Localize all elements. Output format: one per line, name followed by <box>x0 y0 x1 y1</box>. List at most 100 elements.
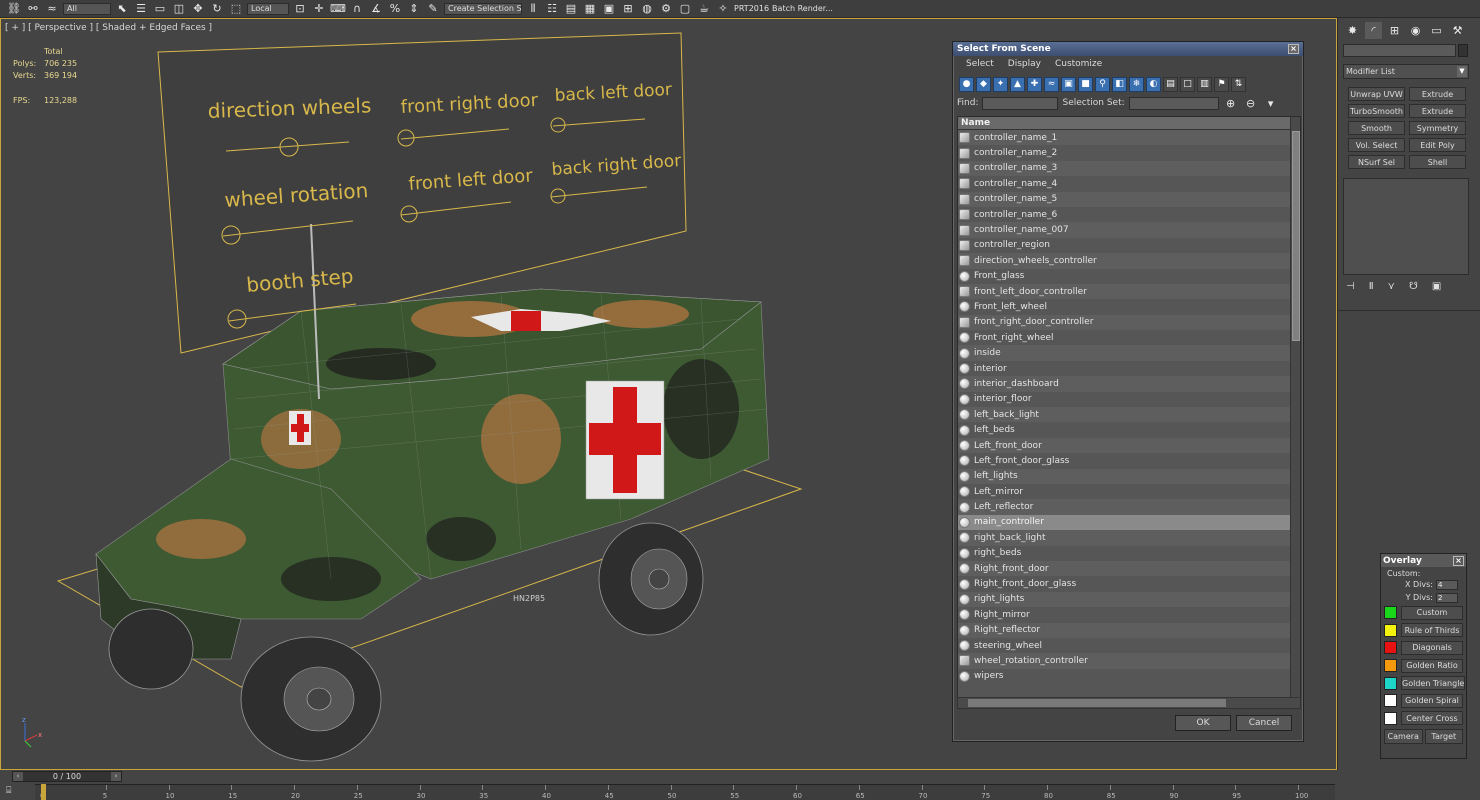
selection-set-dropdown[interactable] <box>1128 96 1219 110</box>
scene-object-row[interactable]: right_back_light <box>958 530 1292 546</box>
nsurf-sel-button[interactable]: NSurf Sel <box>1348 155 1405 169</box>
extrude-button[interactable]: Extrude <box>1409 87 1466 101</box>
guide-color-swatch[interactable] <box>1384 659 1397 673</box>
scene-object-row[interactable]: Front_right_wheel <box>958 330 1292 345</box>
guide-button[interactable]: Golden Ratio <box>1401 658 1463 673</box>
scene-object-row[interactable]: controller_name_6 <box>958 207 1292 222</box>
curve-editor-icon[interactable]: ▣ <box>601 2 617 16</box>
menu-customize[interactable]: Customize <box>1055 59 1102 69</box>
select-all-icon[interactable]: ▤ <box>1163 76 1178 92</box>
x-divs-spinner[interactable]: 4 <box>1436 579 1458 590</box>
scene-object-row[interactable]: front_left_door_controller <box>958 283 1292 300</box>
overlay-title-bar[interactable]: Overlay × <box>1381 554 1466 567</box>
list-vertical-scrollbar[interactable] <box>1290 117 1300 697</box>
display-shapes-icon[interactable]: ◆ <box>976 76 991 92</box>
schematic-view-icon[interactable]: ⊞ <box>620 2 636 16</box>
dialog-close-button[interactable]: × <box>1288 44 1299 54</box>
keyboard-shortcut-override-icon[interactable]: ⌨ <box>330 2 346 16</box>
render-setup-icon[interactable]: ⚙ <box>658 2 674 16</box>
guide-color-swatch[interactable] <box>1384 623 1397 637</box>
pivot-center-icon[interactable]: ⊡ <box>292 2 308 16</box>
sort-icon[interactable]: ⇅ <box>1231 76 1246 92</box>
display-containers-icon[interactable]: ◧ <box>1112 76 1127 92</box>
scene-object-row[interactable]: interior_floor <box>958 392 1292 407</box>
guide-button[interactable]: Custom <box>1401 605 1463 620</box>
menu-display[interactable]: Display <box>1008 59 1041 69</box>
render-iterative-icon[interactable]: ✧ <box>715 2 731 16</box>
modifier-list-dropdown[interactable]: Modifier List ▼ <box>1343 64 1469 79</box>
scene-object-row[interactable]: wheel_rotation_controller <box>958 653 1292 669</box>
window-crossing-icon[interactable]: ◫ <box>171 2 187 16</box>
spinner-snap-icon[interactable]: ⇕ <box>406 2 422 16</box>
cancel-button[interactable]: Cancel <box>1236 715 1292 731</box>
selection-filter-dropdown[interactable]: All <box>63 2 111 15</box>
hierarchy-tab-icon[interactable]: ⊞ <box>1386 22 1403 39</box>
menu-select[interactable]: Select <box>966 59 994 69</box>
modify-tab-icon[interactable]: ◜ <box>1365 22 1382 39</box>
percent-snap-icon[interactable]: % <box>387 2 403 16</box>
guide-button[interactable]: Golden Triangle <box>1401 676 1466 691</box>
scene-object-row[interactable]: controller_name_007 <box>958 222 1292 238</box>
object-color-swatch[interactable] <box>1458 44 1468 57</box>
pin-stack-icon[interactable]: ⊣ <box>1346 281 1355 292</box>
scene-object-row[interactable]: right_beds <box>958 546 1292 561</box>
scene-object-list[interactable]: Name controller_name_1 controller_name_2 c… <box>957 116 1301 698</box>
batch-render-button[interactable]: Batch Render... <box>772 4 833 13</box>
select-by-name-icon[interactable]: ☰ <box>133 2 149 16</box>
camera-button[interactable]: Camera <box>1384 729 1423 745</box>
scene-object-row[interactable]: Left_reflector <box>958 499 1292 515</box>
remove-modifier-icon[interactable]: ☋ <box>1409 281 1418 292</box>
scene-object-row[interactable]: Right_front_door_glass <box>958 576 1292 591</box>
select-rotate-icon[interactable]: ↻ <box>209 2 225 16</box>
scene-object-row[interactable]: controller_name_3 <box>958 160 1292 177</box>
smooth-button[interactable]: Smooth <box>1348 121 1405 135</box>
display-spacewarps-icon[interactable]: ≈ <box>1044 76 1059 92</box>
scene-object-row[interactable]: Right_front_door <box>958 560 1292 577</box>
shell-button[interactable]: Shell <box>1409 155 1466 169</box>
layer-explorer-icon[interactable]: ▤ <box>563 2 579 16</box>
scene-object-row[interactable]: wipers <box>958 669 1292 684</box>
guide-button[interactable]: Rule of Thirds <box>1401 623 1463 638</box>
scene-object-row[interactable]: Front_left_wheel <box>958 299 1292 314</box>
scene-object-row[interactable]: main_controller <box>958 514 1292 531</box>
motion-tab-icon[interactable]: ◉ <box>1407 22 1424 39</box>
scene-object-row[interactable]: left_beds <box>958 422 1292 437</box>
mini-curve-editor-icon[interactable]: ⌸ <box>6 786 22 798</box>
configure-modifier-sets-icon[interactable]: ▣ <box>1432 281 1441 292</box>
scene-object-row[interactable]: controller_name_4 <box>958 176 1292 191</box>
time-slider-next[interactable]: › <box>111 772 121 781</box>
scene-object-row[interactable]: steering_wheel <box>958 638 1292 653</box>
make-unique-icon[interactable]: ⋎ <box>1388 281 1395 292</box>
reference-coordinate-dropdown[interactable]: Local <box>247 2 289 15</box>
scene-object-row[interactable]: inside <box>958 345 1292 361</box>
select-object-icon[interactable]: ⬉ <box>114 2 130 16</box>
select-manipulate-icon[interactable]: ✛ <box>311 2 327 16</box>
scene-object-row[interactable]: right_lights <box>958 591 1292 608</box>
snaps-toggle-icon[interactable]: ∩ <box>349 2 365 16</box>
list-hscroll-thumb[interactable] <box>968 699 1226 707</box>
modifier-stack[interactable] <box>1343 178 1469 275</box>
turbosmooth-button[interactable]: TurboSmooth <box>1348 104 1405 118</box>
scene-object-row[interactable]: controller_name_1 <box>958 130 1292 146</box>
display-cameras-icon[interactable]: ▲ <box>1010 76 1025 92</box>
edit-named-selection-icon[interactable]: ✎ <box>425 2 441 16</box>
named-selection-sets-dropdown[interactable]: Create Selection Se <box>444 2 522 15</box>
guide-color-swatch[interactable] <box>1384 606 1397 620</box>
scene-object-row[interactable]: interior <box>958 361 1292 376</box>
create-tab-icon[interactable]: ✸ <box>1344 22 1361 39</box>
display-groups-icon[interactable]: ▣ <box>1061 76 1076 92</box>
guide-button[interactable]: Golden Spiral <box>1401 693 1463 708</box>
current-frame-marker[interactable] <box>41 784 46 800</box>
scene-object-row[interactable]: Right_reflector <box>958 622 1292 638</box>
scene-explorer-icon[interactable]: ▦ <box>582 2 598 16</box>
guide-color-swatch[interactable] <box>1384 676 1397 690</box>
align-icon[interactable]: ☷ <box>544 2 560 16</box>
select-move-icon[interactable]: ✥ <box>190 2 206 16</box>
guide-color-swatch[interactable] <box>1384 641 1397 655</box>
symmetry-button[interactable]: Symmetry <box>1409 121 1466 135</box>
time-slider[interactable]: ‹ 0 / 100 › <box>12 771 122 782</box>
filter-icon[interactable]: ⚑ <box>1214 76 1229 92</box>
scene-object-row[interactable]: Front_glass <box>958 269 1292 284</box>
utilities-tab-icon[interactable]: ⚒ <box>1449 22 1466 39</box>
list-scroll-thumb[interactable] <box>1292 131 1300 341</box>
